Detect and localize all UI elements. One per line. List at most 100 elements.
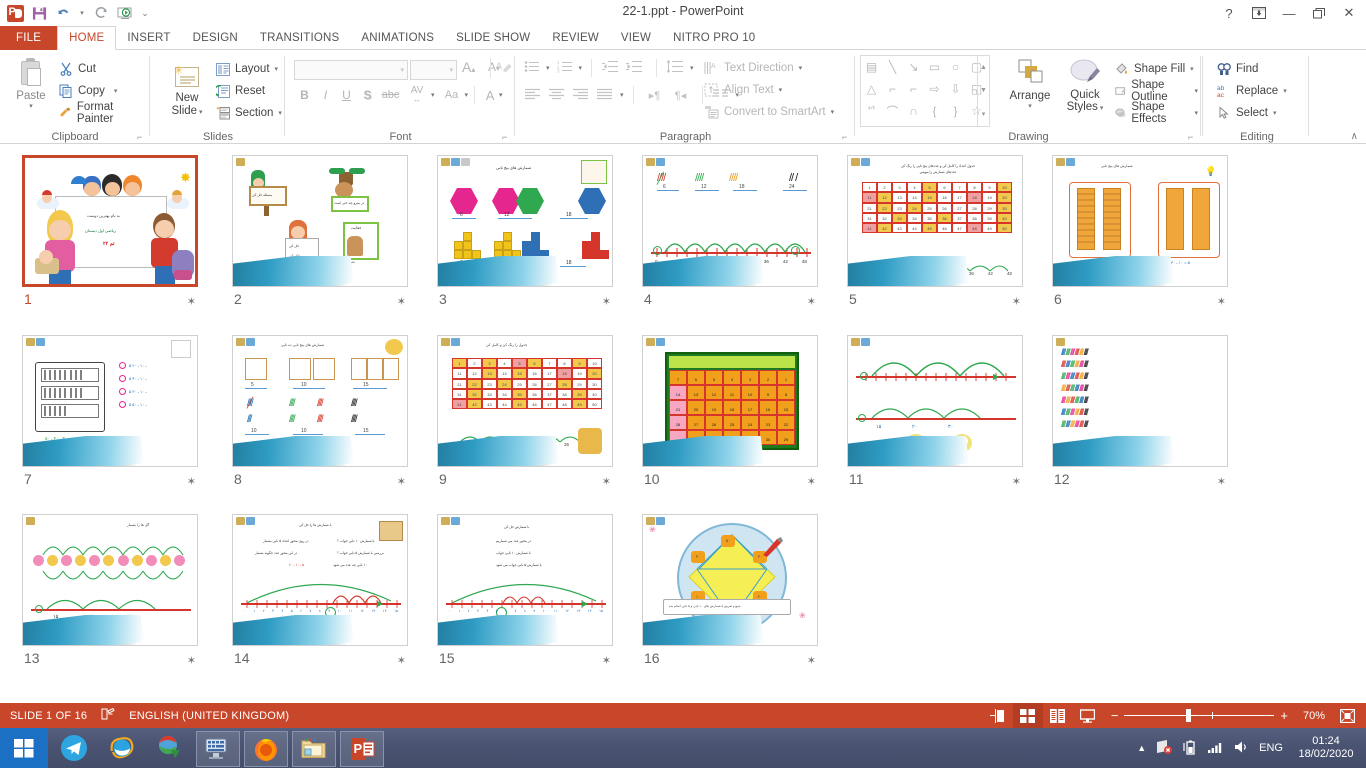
- animation-indicator-7[interactable]: ✶: [187, 475, 196, 488]
- animation-indicator-4[interactable]: ✶: [807, 295, 816, 308]
- shape-right-arrow-icon[interactable]: ⇨: [924, 78, 945, 100]
- tab-home[interactable]: HOME: [57, 26, 116, 50]
- cut-button[interactable]: Cut: [56, 58, 150, 80]
- shapes-scrollbar[interactable]: ▲ ▼ ▾: [977, 56, 989, 126]
- powerpoint-icon[interactable]: P: [340, 731, 384, 767]
- reading-view-icon[interactable]: [1043, 703, 1073, 728]
- slide-thumbnail-9[interactable]: جدول را رنگ کن و کامل کن 1 2 3 4 5 6 7 8…: [437, 335, 617, 490]
- reset-button[interactable]: Reset: [213, 80, 285, 102]
- bold-button[interactable]: B: [294, 88, 315, 102]
- align-left-button[interactable]: [524, 88, 546, 103]
- font-color-dropdown-icon[interactable]: ▾: [499, 91, 503, 99]
- telegram-icon[interactable]: [52, 728, 96, 768]
- shape-line-icon[interactable]: ╲: [882, 56, 903, 78]
- slide-thumbnail-11[interactable]: ▶ ۱۵ ۲۰ ۳۰ 11 ✶: [847, 335, 1027, 490]
- justify-button[interactable]: [596, 88, 618, 103]
- justify-dropdown-icon[interactable]: ▾: [620, 91, 624, 99]
- animation-indicator-14[interactable]: ✶: [397, 654, 406, 667]
- animation-indicator-5[interactable]: ✶: [1012, 295, 1021, 308]
- bullets-button[interactable]: [524, 60, 544, 76]
- font-size-combobox[interactable]: ▾: [410, 60, 457, 80]
- align-center-button[interactable]: [548, 88, 570, 103]
- tab-transitions[interactable]: TRANSITIONS: [249, 26, 351, 50]
- normal-view-icon[interactable]: [983, 703, 1013, 728]
- character-spacing-button[interactable]: AV↔: [403, 86, 431, 104]
- quick-styles-button[interactable]: Quick Styles ▾: [1059, 58, 1111, 115]
- shape-oval-icon[interactable]: ○: [945, 56, 966, 78]
- font-color-button[interactable]: A: [481, 88, 499, 103]
- network-icon[interactable]: [1155, 739, 1173, 758]
- shape-triangle-icon[interactable]: △: [861, 78, 882, 100]
- format-painter-button[interactable]: Format Painter: [56, 102, 150, 124]
- font-dialog-launcher[interactable]: ⌐: [502, 132, 512, 142]
- strikethrough-button[interactable]: abc: [378, 89, 403, 101]
- shapes-more-icon[interactable]: ▾: [978, 102, 989, 125]
- line-spacing-button[interactable]: [666, 60, 688, 76]
- animation-indicator-10[interactable]: ✶: [807, 475, 816, 488]
- character-spacing-dropdown-icon[interactable]: ▾: [431, 91, 435, 99]
- text-direction-button[interactable]: A Text Direction▾: [701, 57, 837, 79]
- italic-button[interactable]: I: [315, 88, 336, 102]
- bullets-dropdown-icon[interactable]: ▾: [546, 64, 550, 72]
- shape-elbow-arrow-icon[interactable]: ⌐: [903, 78, 924, 100]
- clear-formatting-icon[interactable]: A: [496, 59, 513, 78]
- tab-view[interactable]: VIEW: [610, 26, 662, 50]
- increase-indent-button[interactable]: [625, 60, 647, 76]
- animation-indicator-13[interactable]: ✶: [187, 654, 196, 667]
- file-explorer-icon[interactable]: [292, 731, 336, 767]
- minimize-button[interactable]: —: [1274, 0, 1304, 26]
- numbering-dropdown-icon[interactable]: ▾: [579, 64, 583, 72]
- tab-file[interactable]: FILE: [0, 26, 57, 50]
- replace-button[interactable]: abac Replace▾: [1214, 80, 1290, 102]
- fit-slide-icon[interactable]: [1332, 703, 1362, 728]
- tab-animations[interactable]: ANIMATIONS: [350, 26, 445, 50]
- change-case-dropdown-icon[interactable]: ▾: [465, 91, 469, 99]
- slide-thumbnail-3[interactable]: شمارش های پنج تایی 6 12 18 6: [437, 155, 617, 310]
- ltr-text-direction-button[interactable]: ▸¶: [643, 89, 667, 102]
- line-spacing-dropdown-icon[interactable]: ▾: [690, 64, 694, 72]
- shape-curve-icon[interactable]: ∩: [903, 100, 924, 122]
- find-button[interactable]: Find: [1214, 58, 1290, 80]
- zoom-in-button[interactable]: +: [1280, 708, 1288, 723]
- drawing-dialog-launcher[interactable]: ⌐: [1188, 132, 1198, 142]
- shape-fill-button[interactable]: Shape Fill▾: [1112, 58, 1201, 80]
- battery-icon[interactable]: [1182, 739, 1198, 758]
- select-button[interactable]: Select▾: [1214, 102, 1290, 124]
- zoom-handle[interactable]: [1186, 709, 1191, 722]
- paste-dropdown-icon[interactable]: ▾: [6, 102, 56, 110]
- zoom-out-button[interactable]: −: [1111, 708, 1119, 723]
- slide-thumbnail-2[interactable]: مسئله حل کن در مترو چه خبر است حل کن فکر…: [232, 155, 412, 310]
- text-shadow-button[interactable]: S: [357, 88, 378, 102]
- ribbon-display-options-button[interactable]: [1244, 0, 1274, 26]
- shape-elbow-connector-icon[interactable]: ⌐: [882, 78, 903, 100]
- animation-indicator-2[interactable]: ✶: [397, 295, 406, 308]
- animation-indicator-16[interactable]: ✶: [807, 654, 816, 667]
- tab-design[interactable]: DESIGN: [182, 26, 249, 50]
- slide-thumbnail-7[interactable]: ۵ ـ ۱۰ ـ ۲۰ ۵ ـ ۱۰ ـ ۴۰ ۵ ـ ۱۰ ـ ۳۰ ۵ ـ …: [22, 335, 202, 490]
- tab-insert[interactable]: INSERT: [116, 26, 181, 50]
- slide-thumbnail-6[interactable]: شمارش های پنج تایی 💡 ۴۰ = ۱۰ ـ ۳۰ ۵۰ = ۱…: [1052, 155, 1232, 310]
- animation-indicator-15[interactable]: ✶: [602, 654, 611, 667]
- align-text-button[interactable]: Align Text▾: [701, 79, 837, 101]
- clipboard-dialog-launcher[interactable]: ⌐: [137, 132, 147, 142]
- shape-outline-button[interactable]: Shape Outline▾: [1112, 80, 1201, 102]
- slide-thumbnail-4[interactable]: //// ╱ //// //// // / 6 12 18 24: [642, 155, 822, 310]
- copy-button[interactable]: Copy ▾: [56, 80, 150, 102]
- shapes-scroll-up-icon[interactable]: ▲: [978, 56, 989, 79]
- layout-button[interactable]: Layout▾: [213, 58, 285, 80]
- slide-thumbnail-1[interactable]: ✸ به نام بهترین دوست ریاضی اول دبستان تم…: [22, 155, 202, 310]
- change-case-button[interactable]: Aa: [439, 89, 465, 101]
- shape-rectangle-icon[interactable]: ▭: [924, 56, 945, 78]
- language-tray-indicator[interactable]: ENG: [1259, 742, 1283, 754]
- paste-button[interactable]: Paste ▾: [6, 58, 56, 110]
- font-name-combobox[interactable]: ▾: [294, 60, 408, 80]
- slideshow-icon[interactable]: [1073, 703, 1103, 728]
- internet-download-manager-icon[interactable]: [148, 728, 192, 768]
- restore-button[interactable]: [1304, 0, 1334, 26]
- tab-review[interactable]: REVIEW: [541, 26, 610, 50]
- help-button[interactable]: ?: [1214, 0, 1244, 26]
- shape-arrow-icon[interactable]: ↘: [903, 56, 924, 78]
- numbering-button[interactable]: 123: [557, 60, 577, 76]
- animation-indicator-1[interactable]: ✶: [187, 295, 196, 308]
- shapes-scroll-down-icon[interactable]: ▼: [978, 79, 989, 102]
